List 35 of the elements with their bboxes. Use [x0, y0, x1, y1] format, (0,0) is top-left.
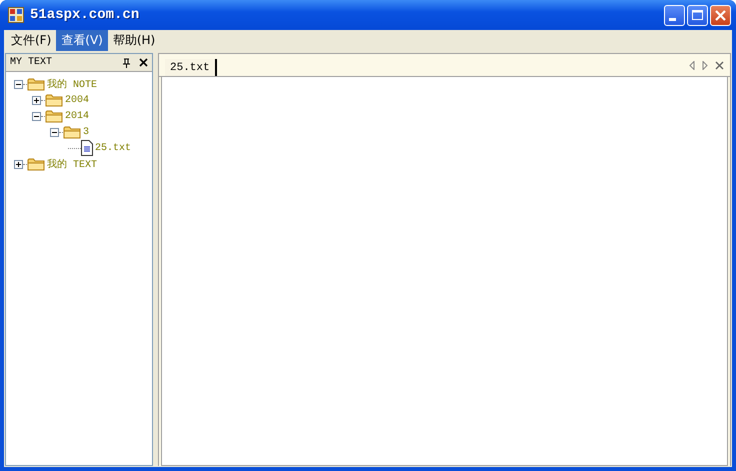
menu-item[interactable]: 查看(V)	[56, 30, 108, 50]
folder-icon	[27, 157, 45, 171]
close-button[interactable]	[710, 4, 731, 26]
document-icon	[81, 140, 93, 156]
scroll-left-icon[interactable]	[689, 60, 695, 70]
close-icon	[715, 10, 726, 20]
minimize-icon	[669, 18, 676, 20]
tree-item[interactable]: 2014	[65, 110, 90, 122]
collapse-icon[interactable]	[14, 80, 23, 88]
scroll-right-icon[interactable]	[702, 60, 708, 70]
tree-item[interactable]: 我的 NOTE	[47, 77, 98, 91]
expand-icon[interactable]	[14, 160, 23, 168]
tree-item[interactable]: 2004	[65, 94, 90, 106]
panel-title: MY TEXT	[10, 57, 54, 68]
menu-item[interactable]: 帮助(H)	[108, 30, 160, 50]
tree-item[interactable]: 我的 TEXT	[47, 157, 98, 171]
collapse-icon[interactable]	[50, 128, 59, 136]
pin-button[interactable]	[122, 58, 131, 68]
tab[interactable]: 25.txt	[165, 59, 217, 76]
app-icon	[8, 7, 24, 23]
menu-item[interactable]: 文件(F)	[6, 30, 56, 50]
close-panel-button[interactable]	[139, 58, 148, 67]
folder-icon	[45, 109, 63, 123]
collapse-icon[interactable]	[32, 112, 41, 120]
maximize-button[interactable]	[687, 4, 708, 26]
tree-item[interactable]: 25.txt	[95, 142, 132, 154]
folder-icon	[63, 125, 81, 139]
expand-icon[interactable]	[32, 96, 41, 104]
folder-icon	[45, 93, 63, 107]
close-tab-icon[interactable]	[715, 60, 724, 70]
window-title: 51aspx.com.cn	[30, 7, 140, 23]
tree-item[interactable]: 3	[83, 126, 90, 138]
folder-icon	[27, 77, 45, 91]
minimize-button[interactable]	[664, 4, 685, 26]
maximize-icon	[692, 10, 703, 20]
